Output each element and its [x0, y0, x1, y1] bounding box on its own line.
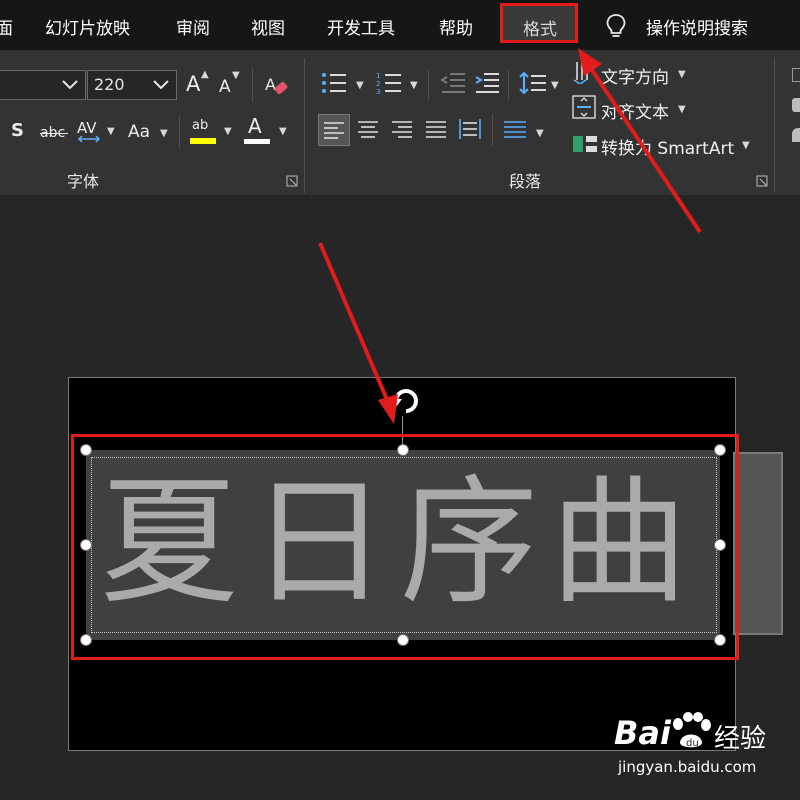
paw-icon: du: [673, 712, 711, 749]
annotation-arrows: [318, 48, 702, 424]
arrowhead-format: [578, 48, 602, 76]
arrowhead-textbox: [378, 394, 398, 424]
baidu-watermark: Bai du 经验 jingyan.baidu.com: [614, 712, 800, 782]
watermark-url: jingyan.baidu.com: [618, 758, 757, 776]
svg-text:du: du: [686, 738, 699, 749]
arrow-to-textbox: [318, 242, 390, 403]
watermark-suffix: 经验: [714, 724, 767, 754]
watermark-brand: Bai: [614, 714, 671, 752]
arrow-to-format-tab: [590, 68, 702, 234]
